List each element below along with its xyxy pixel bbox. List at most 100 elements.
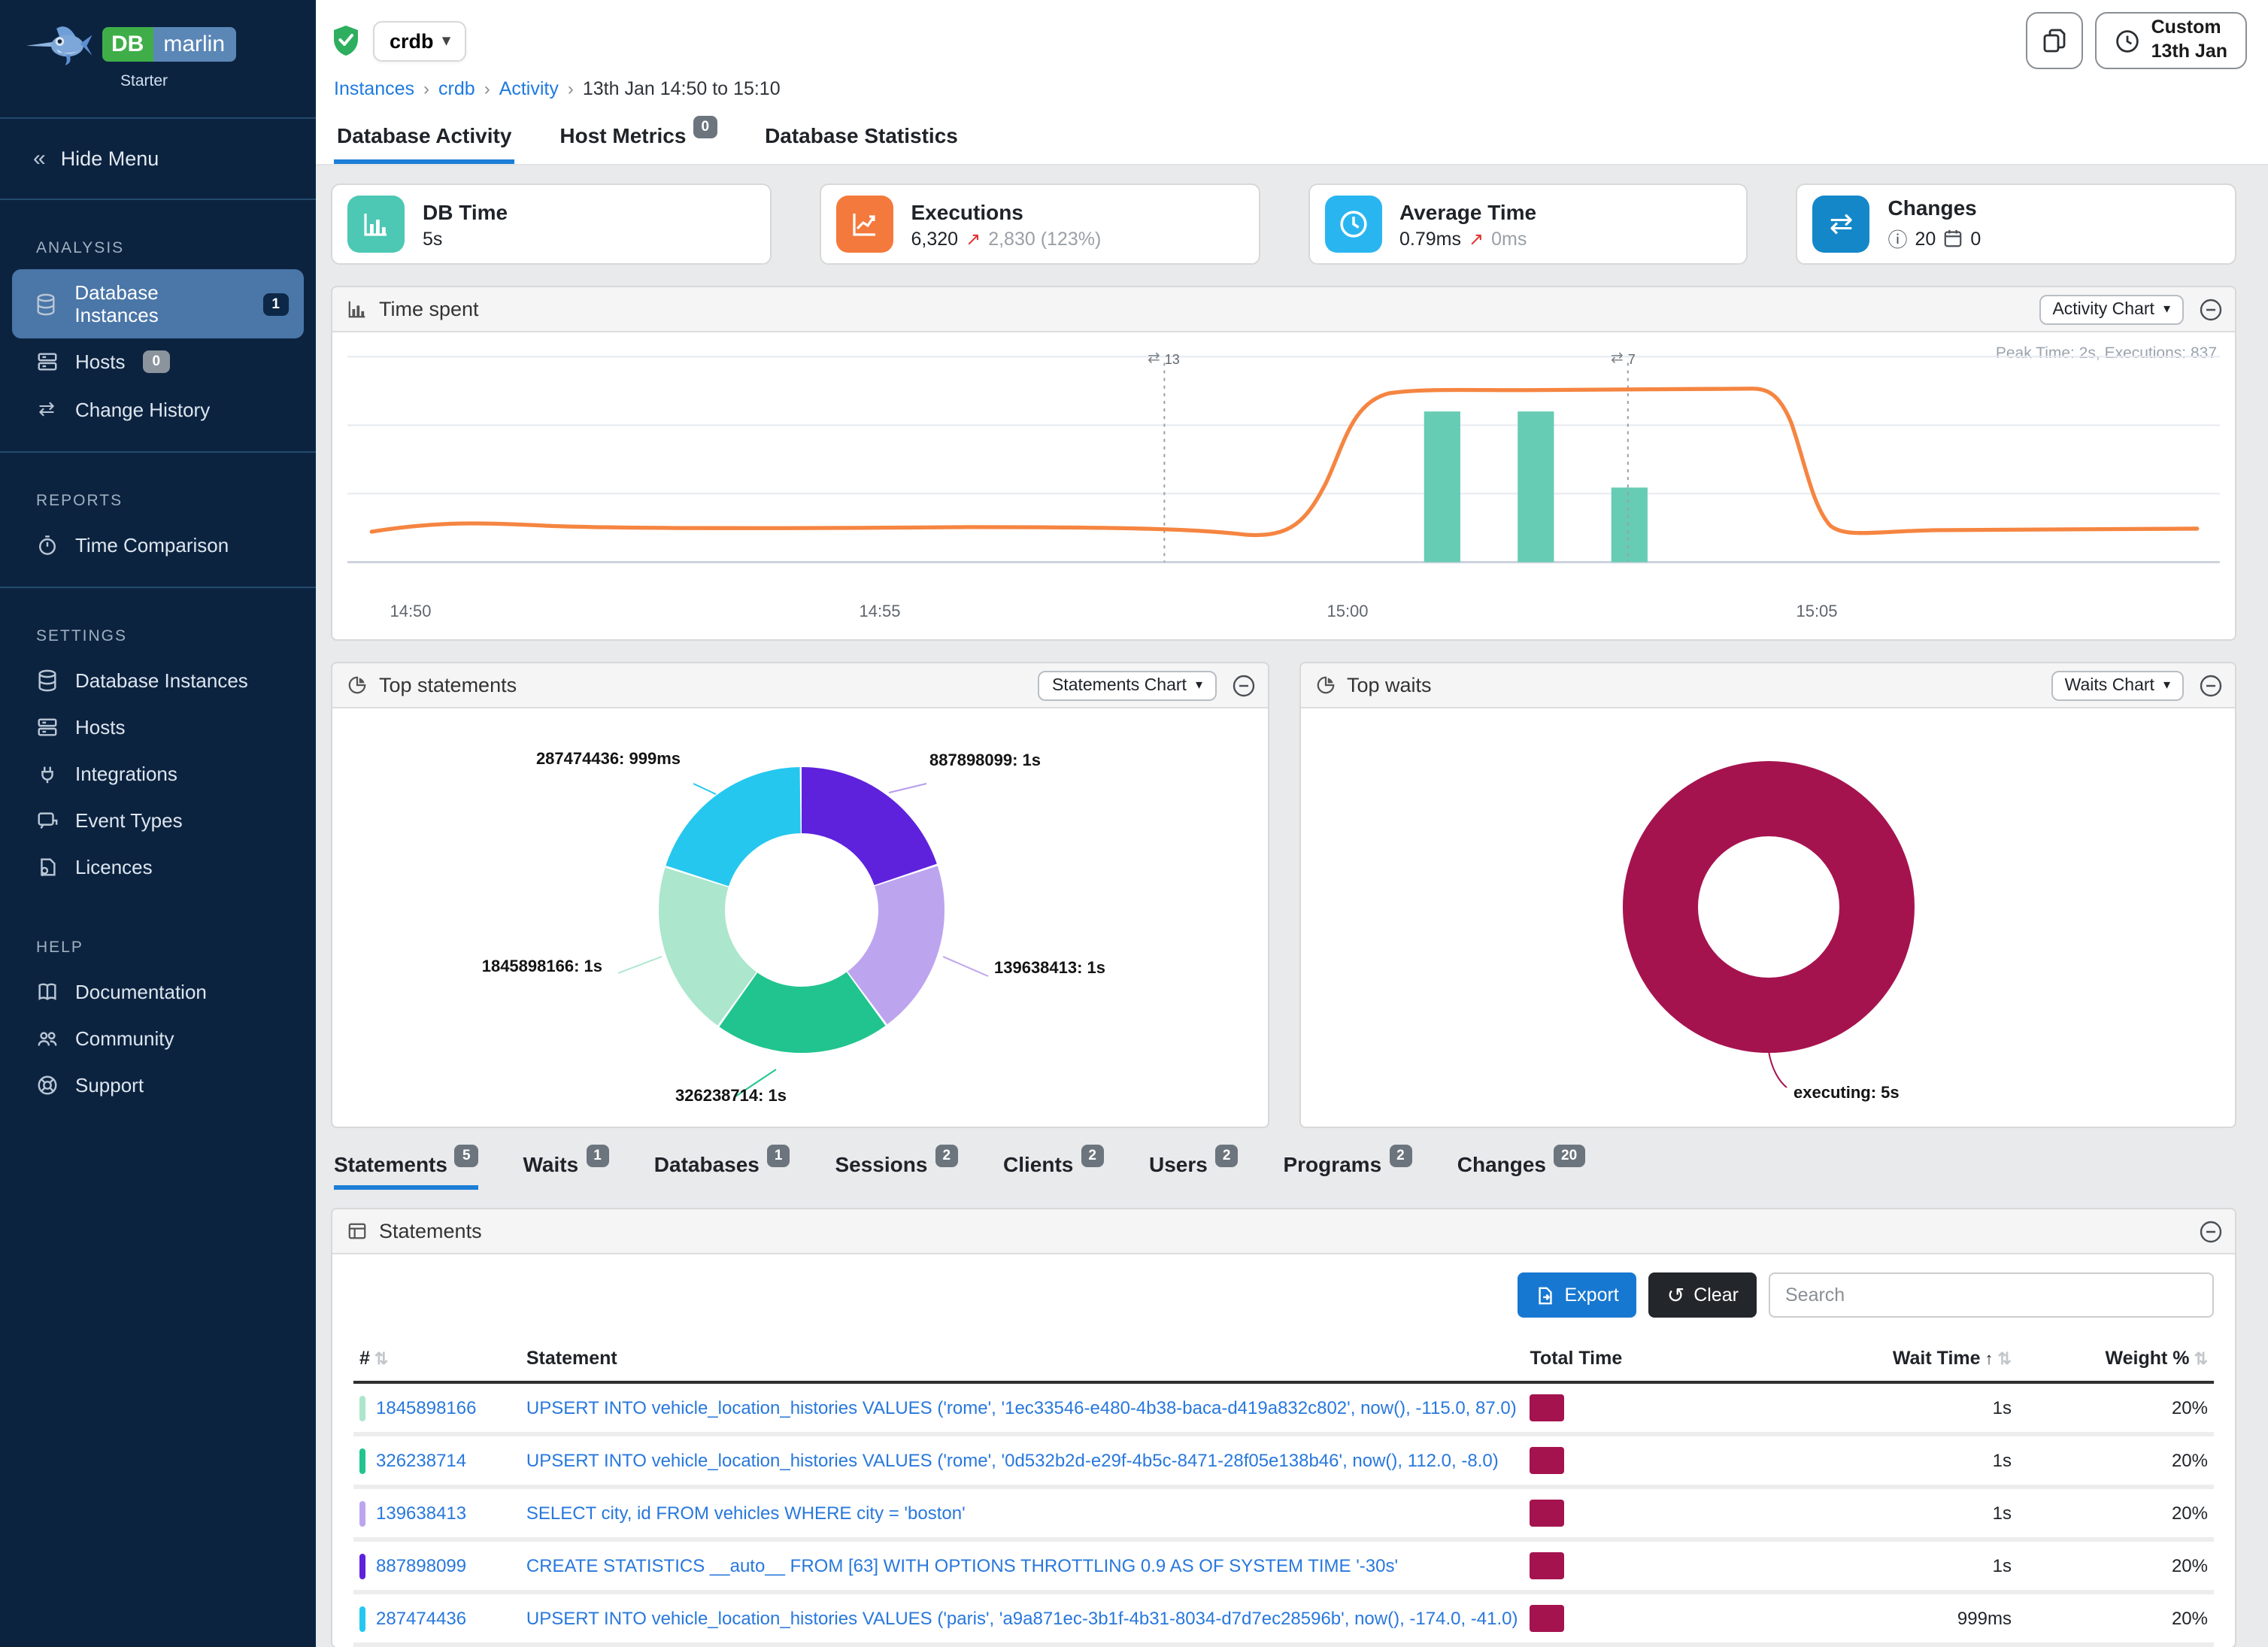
- tab-databases[interactable]: Databases 1: [654, 1152, 790, 1190]
- total-time-bar: [1530, 1394, 1565, 1421]
- export-button[interactable]: Export: [1518, 1272, 1637, 1318]
- breadcrumb-instances[interactable]: Instances: [334, 78, 414, 99]
- change-marker-label[interactable]: ⇄ 13: [1148, 350, 1180, 367]
- donut-label-326238714: 326238714: 1s: [675, 1087, 787, 1106]
- database-icon: [33, 669, 60, 692]
- time-range-button[interactable]: Custom 13th Jan: [2096, 12, 2247, 69]
- tab-users[interactable]: Users 2: [1149, 1152, 1238, 1190]
- brand-marlin: marlin: [153, 26, 235, 61]
- statements-chart-select[interactable]: Statements Chart ▾: [1038, 670, 1216, 700]
- tab-statements[interactable]: Statements 5: [334, 1152, 478, 1190]
- statements-donut-chart[interactable]: 287474436: 999ms 887898099: 1s 184589816…: [332, 708, 1267, 1127]
- clear-label: Clear: [1693, 1285, 1739, 1306]
- statement-sql-link[interactable]: SELECT city, id FROM vehicles WHERE city…: [526, 1503, 966, 1524]
- card-executions[interactable]: Executions 6,320 ↗ 2,830 (123%): [820, 184, 1260, 265]
- undo-icon: ↺: [1667, 1282, 1684, 1308]
- statement-sql-link[interactable]: UPSERT INTO vehicle_location_histories V…: [526, 1608, 1518, 1629]
- sidebar-item-settings-hosts[interactable]: Hosts: [0, 704, 316, 751]
- donut-label-139638413: 139638413: 1s: [994, 960, 1105, 978]
- breadcrumb-separator: ›: [423, 78, 429, 99]
- card-changes[interactable]: ⇄ Changes ⓘ 20 0: [1797, 184, 2237, 265]
- collapse-panel-icon[interactable]: [1231, 673, 1255, 697]
- count-badge: 20: [1554, 1145, 1584, 1167]
- waits-donut-chart[interactable]: executing: 5s: [1300, 708, 2235, 1127]
- chart-select-label: Waits Chart: [2065, 676, 2154, 694]
- statement-sql-link[interactable]: CREATE STATISTICS __auto__ FROM [63] WIT…: [526, 1555, 1398, 1576]
- dbmarlin-app: DB marlin Starter « Hide Menu ANALYSIS D…: [0, 0, 2268, 1647]
- stopwatch-icon: [33, 534, 60, 557]
- col-header-statement[interactable]: Statement: [520, 1339, 1524, 1382]
- tab-host-metrics[interactable]: Host Metrics 0: [556, 108, 720, 164]
- tab-label: Users: [1149, 1152, 1208, 1176]
- instance-selector[interactable]: crdb ▾: [373, 20, 467, 61]
- waits-chart-select[interactable]: Waits Chart ▾: [2051, 670, 2184, 700]
- weight-value: 20%: [2018, 1592, 2214, 1645]
- statements-panel-header: Statements: [332, 1209, 2235, 1254]
- collapse-panel-icon[interactable]: [2199, 1219, 2223, 1243]
- breadcrumb-crdb[interactable]: crdb: [438, 78, 475, 99]
- sidebar-item-community[interactable]: Community: [0, 1015, 316, 1062]
- sidebar-item-label: Hosts: [75, 716, 125, 739]
- statement-id-link[interactable]: 139638413: [376, 1503, 466, 1524]
- breadcrumb-activity[interactable]: Activity: [499, 78, 559, 99]
- sidebar-item-documentation[interactable]: Documentation: [0, 969, 316, 1015]
- col-header-total-time[interactable]: Total Time: [1524, 1339, 1718, 1382]
- wait-time-value: 999ms: [1718, 1592, 2018, 1645]
- col-header-wait-time[interactable]: Wait Time↑⇅: [1718, 1339, 2018, 1382]
- statement-sql-link[interactable]: UPSERT INTO vehicle_location_histories V…: [526, 1450, 1499, 1471]
- time-spent-chart[interactable]: Peak Time: 2s, Executions: 837: [332, 332, 2235, 639]
- tab-programs[interactable]: Programs 2: [1283, 1152, 1411, 1190]
- card-db-time[interactable]: DB Time 5s: [331, 184, 772, 265]
- collapse-panel-icon[interactable]: [2199, 297, 2223, 321]
- statement-row: 887898099 CREATE STATISTICS __auto__ FRO…: [353, 1539, 2214, 1592]
- panel-title: Time spent: [379, 298, 479, 320]
- tab-sessions[interactable]: Sessions 2: [835, 1152, 958, 1190]
- brand-logo[interactable]: DB marlin Starter: [0, 0, 316, 102]
- sidebar-item-integrations[interactable]: Integrations: [0, 751, 316, 797]
- card-average-time[interactable]: Average Time 0.79ms ↗ 0ms: [1308, 184, 1748, 265]
- count-badge: 2: [935, 1145, 958, 1167]
- activity-bar: [1612, 487, 1648, 562]
- copy-link-button[interactable]: [2027, 12, 2084, 69]
- statement-id-link[interactable]: 326238714: [376, 1450, 466, 1471]
- sidebar-item-time-comparison[interactable]: Time Comparison: [0, 522, 316, 569]
- sidebar-item-licences[interactable]: Licences: [0, 844, 316, 890]
- statement-id-link[interactable]: 1845898166: [376, 1397, 477, 1418]
- clear-button[interactable]: ↺ Clear: [1649, 1272, 1757, 1318]
- activity-chart-select[interactable]: Activity Chart ▾: [2039, 294, 2184, 324]
- donut-slice-executing[interactable]: [1660, 799, 1876, 1015]
- tab-database-activity[interactable]: Database Activity: [334, 108, 514, 164]
- count-badge: 2: [1081, 1145, 1104, 1167]
- sidebar-item-database-instances[interactable]: Database Instances 1: [12, 269, 304, 338]
- top-statements-panel: Top statements Statements Chart ▾: [331, 662, 1269, 1128]
- tab-clients[interactable]: Clients 2: [1003, 1152, 1104, 1190]
- sidebar-item-event-types[interactable]: Event Types: [0, 797, 316, 844]
- tab-database-statistics[interactable]: Database Statistics: [762, 108, 961, 164]
- search-input[interactable]: [1769, 1272, 2214, 1318]
- col-header-weight[interactable]: Weight %⇅: [2018, 1339, 2214, 1382]
- statement-row: 287474436 UPSERT INTO vehicle_location_h…: [353, 1592, 2214, 1645]
- health-shield-icon: [331, 24, 361, 57]
- x-tick: 14:50: [390, 603, 431, 621]
- tab-changes[interactable]: Changes 20: [1457, 1152, 1584, 1190]
- statement-id-link[interactable]: 887898099: [376, 1555, 466, 1576]
- life-ring-icon: [33, 1074, 60, 1096]
- breadcrumb-separator: ›: [484, 78, 490, 99]
- col-header-id[interactable]: #⇅: [353, 1339, 520, 1382]
- sidebar-item-label: Hosts: [75, 350, 125, 373]
- statement-id-link[interactable]: 287474436: [376, 1608, 466, 1629]
- swap-arrows-icon: ⇄: [1611, 350, 1624, 367]
- time-spent-line: [371, 389, 2197, 535]
- collapse-panel-icon[interactable]: [2199, 673, 2223, 697]
- card-value: 6,320: [911, 228, 959, 249]
- hide-menu-button[interactable]: « Hide Menu: [0, 134, 316, 184]
- statement-sql-link[interactable]: UPSERT INTO vehicle_location_histories V…: [526, 1397, 1517, 1418]
- sidebar-item-support[interactable]: Support: [0, 1062, 316, 1109]
- sidebar-item-hosts[interactable]: Hosts 0: [0, 338, 316, 385]
- sidebar-item-change-history[interactable]: ⇄ Change History: [0, 385, 316, 433]
- sidebar-item-settings-database-instances[interactable]: Database Instances: [0, 657, 316, 704]
- sidebar: DB marlin Starter « Hide Menu ANALYSIS D…: [0, 0, 316, 1647]
- card-value: 0.79ms: [1399, 228, 1461, 249]
- change-marker-label[interactable]: ⇄ 7: [1611, 350, 1636, 367]
- tab-waits[interactable]: Waits 1: [523, 1152, 609, 1190]
